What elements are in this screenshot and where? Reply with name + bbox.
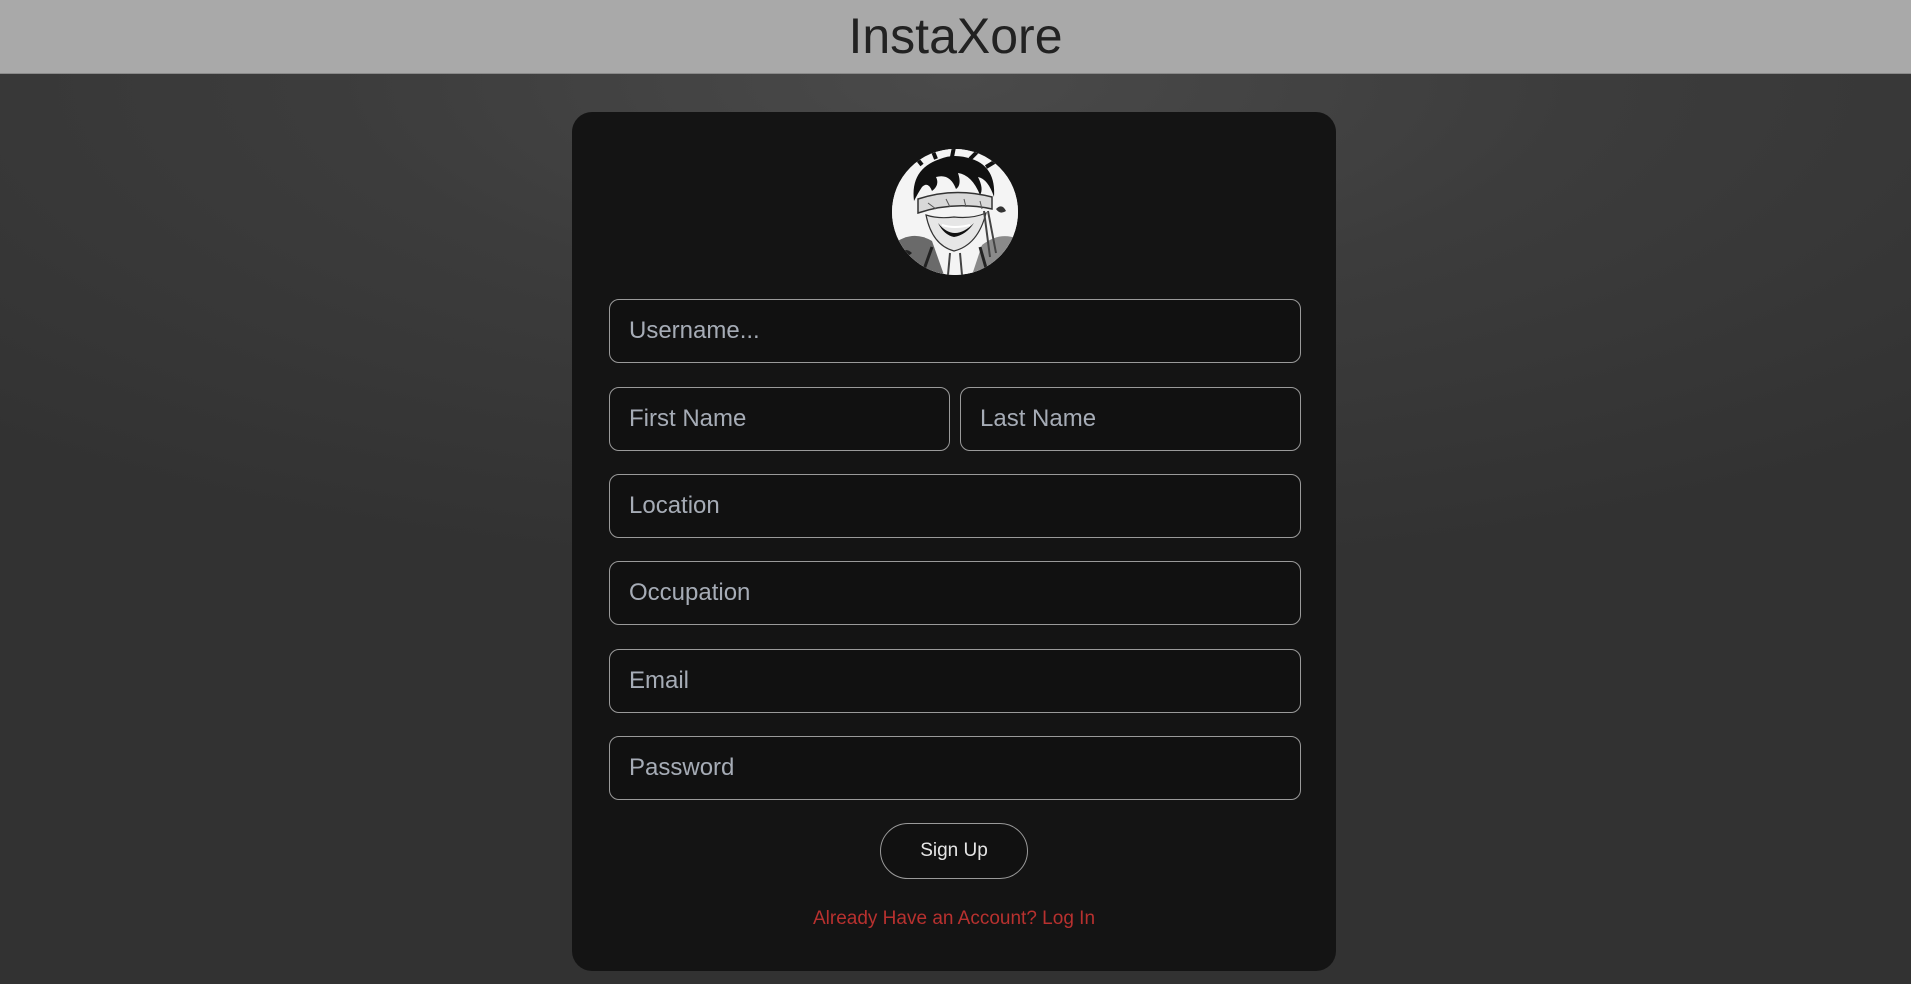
login-link[interactable]: Already Have an Account? Log In [572, 908, 1336, 930]
password-input[interactable] [609, 736, 1301, 800]
location-input[interactable] [609, 474, 1301, 538]
avatar[interactable] [892, 149, 1018, 275]
occupation-input[interactable] [609, 561, 1301, 625]
username-input[interactable] [609, 299, 1301, 363]
first-name-input[interactable] [609, 387, 950, 451]
signup-card: Sign Up Already Have an Account? Log In [572, 112, 1336, 971]
email-input[interactable] [609, 649, 1301, 713]
signup-button[interactable]: Sign Up [880, 823, 1028, 879]
last-name-input[interactable] [960, 387, 1301, 451]
avatar-image [892, 149, 1018, 275]
app-title: InstaXore [848, 7, 1063, 64]
app-header: InstaXore [0, 0, 1911, 74]
